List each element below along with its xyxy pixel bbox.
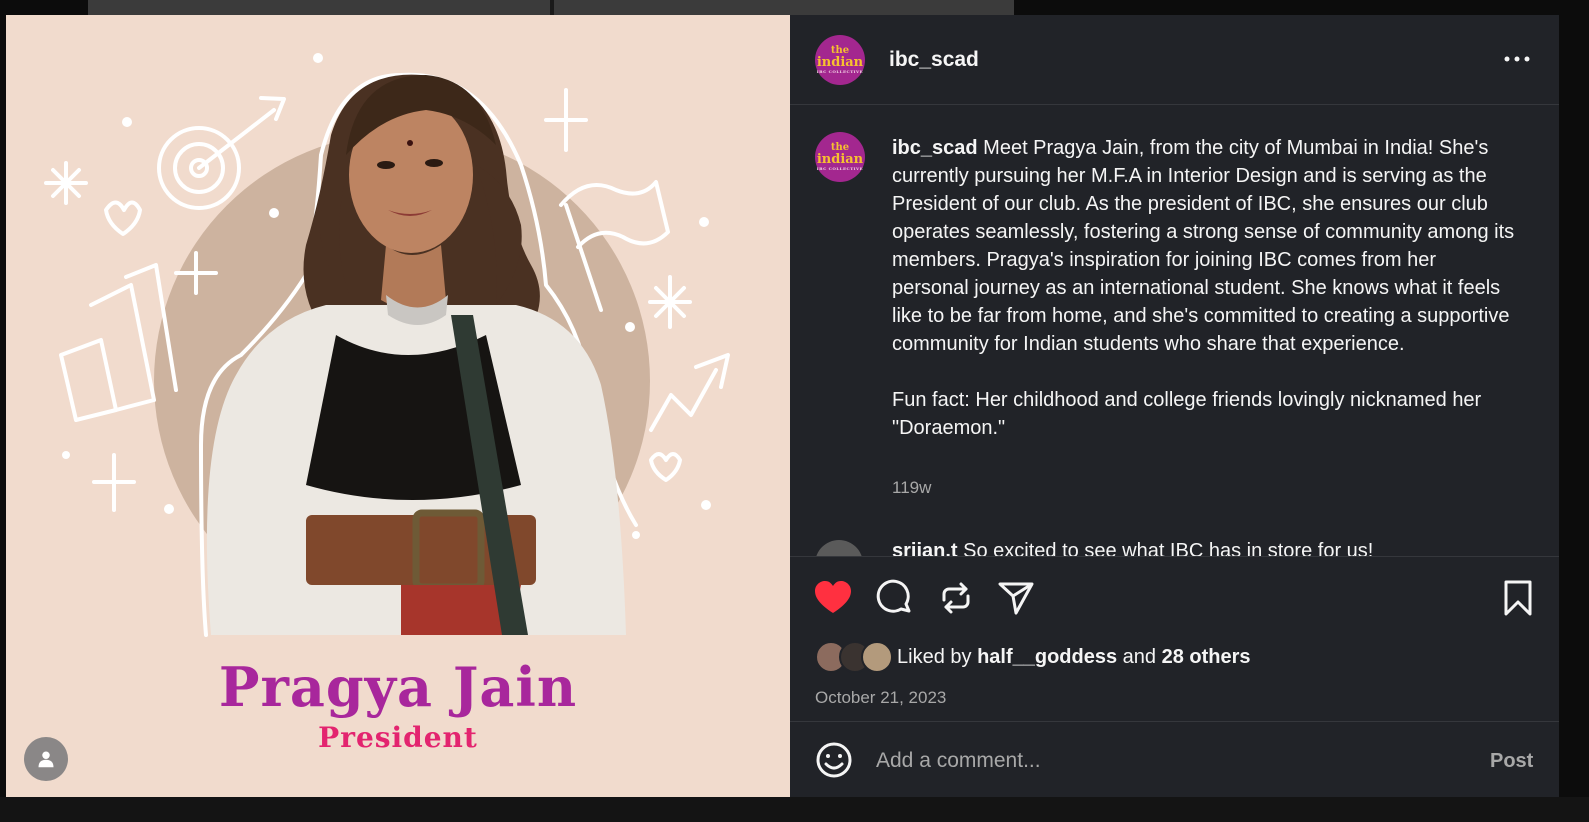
comment-body: So excited to see what IBC has in store …: [963, 540, 1374, 556]
post-actions: Liked by half__goddess and 28 others Oct…: [790, 556, 1559, 721]
tagged-users-button[interactable]: [24, 737, 68, 781]
likes-others[interactable]: 28 others: [1162, 646, 1251, 668]
emoji-icon[interactable]: [814, 740, 854, 780]
likes-text: Liked by half__goddess and 28 others: [897, 646, 1251, 669]
commenter-avatar[interactable]: [815, 540, 863, 556]
avatar-text-line3: IBC COLLECTIVE: [816, 166, 864, 171]
comment-input[interactable]: [876, 746, 1456, 776]
send-icon[interactable]: [996, 578, 1036, 618]
post-name-title: Pragya Jain: [218, 655, 578, 719]
avatar-text-line2: indian: [816, 55, 864, 70]
avatar-text-line2: indian: [816, 152, 864, 167]
caption-username[interactable]: ibc_scad: [892, 137, 978, 159]
likes-conjunction: and: [1122, 645, 1157, 668]
add-comment-bar: Post: [790, 721, 1559, 797]
caption-body: Meet Pragya Jain, from the city of Mumba…: [892, 137, 1515, 439]
background-bottom-strip: [0, 797, 1589, 822]
user-icon: [38, 751, 54, 768]
caption-time-ago[interactable]: 119w: [892, 478, 931, 498]
liker-avatar[interactable]: [861, 641, 893, 673]
post-modal: Pragya Jain President the indian IBC COL…: [6, 15, 1559, 797]
comment-preview: srijan.t So excited to see what IBC has …: [815, 540, 1535, 556]
account-username[interactable]: ibc_scad: [889, 48, 979, 72]
caption-section: the indian IBC COLLECTIVE ibc_scad Meet …: [790, 106, 1559, 556]
post-role-title: President: [318, 721, 478, 754]
caption-avatar[interactable]: the indian IBC COLLECTIVE: [815, 132, 865, 182]
likes-user[interactable]: half__goddess: [977, 646, 1117, 668]
likes-prefix: Liked by: [897, 645, 972, 668]
post-header: the indian IBC COLLECTIVE ibc_scad: [790, 15, 1559, 105]
post-image[interactable]: Pragya Jain President: [6, 15, 790, 797]
liker-avatars: [815, 641, 895, 673]
caption-text: ibc_scad Meet Pragya Jain, from the city…: [892, 134, 1517, 442]
more-options-icon[interactable]: [1502, 49, 1532, 69]
post-comment-button[interactable]: Post: [1490, 750, 1533, 773]
likes-summary: Liked by half__goddess and 28 others: [815, 639, 1251, 675]
post-date[interactable]: October 21, 2023: [815, 688, 946, 708]
commenter-username[interactable]: srijan.t: [892, 540, 958, 556]
account-avatar[interactable]: the indian IBC COLLECTIVE: [815, 35, 865, 85]
bookmark-icon[interactable]: [1498, 578, 1538, 618]
repost-icon[interactable]: [936, 578, 976, 618]
background-window-strip: [88, 0, 1014, 15]
heart-filled-icon[interactable]: [813, 578, 853, 618]
avatar-text-line3: IBC COLLECTIVE: [816, 69, 864, 74]
comment-icon[interactable]: [874, 578, 914, 618]
post-details-panel: the indian IBC COLLECTIVE ibc_scad the i…: [790, 15, 1559, 797]
comment-text: srijan.t So excited to see what IBC has …: [892, 540, 1373, 556]
